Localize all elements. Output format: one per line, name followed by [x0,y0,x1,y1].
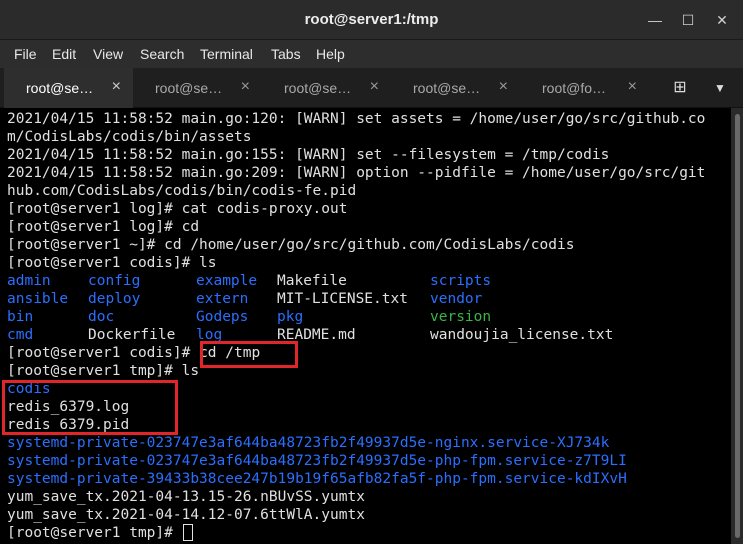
tab-label: root@se… [155,80,223,96]
terminal-line: [root@server1 ~]# cd /home/user/go/src/g… [7,237,575,253]
text-cursor [182,524,193,541]
minimize-icon[interactable]: — [646,11,664,29]
tab-5[interactable]: root@fo… × [520,68,649,108]
terminal-line: 2021/04/15 11:58:52 main.go:155: [WARN] … [7,147,610,163]
tab-2[interactable]: root@se… × [133,68,262,108]
ls-dir: doc [88,309,115,325]
ls-row: bin doc Godeps pkg version [7,308,731,326]
scrollbar-thumb[interactable] [735,114,740,538]
ls-dir: systemd-private-023747e3af644ba48723fb2f… [7,453,627,469]
menubar: File Edit View Search Terminal Tabs Help [0,40,743,68]
ls-dir: systemd-private-39433b38cee247b19b19f65a… [7,471,627,487]
ls-dir: admin [7,273,51,289]
menu-search[interactable]: Search [140,46,184,62]
terminal-line: [root@server1 log]# cd [7,219,200,235]
terminal-line: [root@server1 log]# cat codis-proxy.out [7,201,348,217]
menu-edit[interactable]: Edit [52,46,76,62]
new-tab-icon[interactable]: ⊞ [668,77,692,99]
prompt: [root@server1 codis]# [7,345,200,361]
ls-dir: systemd-private-023747e3af644ba48723fb2f… [7,435,610,451]
close-tab-icon[interactable]: × [112,78,121,96]
ls-dir: example [196,273,258,289]
ls-dir: config [88,273,141,289]
prompt: [root@server1 tmp]# [7,525,182,541]
ls-file: yum_save_tx.2021-04-13.15-26.nBUvSS.yumt… [7,489,365,505]
tab-1[interactable]: root@se… × [4,68,133,108]
ls-dir: deploy [88,291,141,307]
terminal-line: 2021/04/15 11:58:52 main.go:120: [WARN] … [7,111,706,127]
window-titlebar[interactable]: root@server1:/tmp — ☐ ✕ [0,0,743,40]
ls-file: Makefile [277,273,347,289]
ls-row: admin config example Makefile scripts [7,272,731,290]
terminal-output[interactable]: 2021/04/15 11:58:52 main.go:120: [WARN] … [0,108,731,544]
tab-menu-icon[interactable]: ▼ [708,77,732,99]
maximize-icon[interactable]: ☐ [679,11,697,29]
close-tab-icon[interactable]: × [370,78,379,96]
ls-dir: Godeps [196,309,249,325]
ls-row: cmd Dockerfile log README.md wandoujia_l… [7,326,731,344]
tab-label: root@fo… [542,80,607,96]
ls-dir: bin [7,309,34,325]
ls-file: wandoujia_license.txt [430,327,614,343]
menu-file[interactable]: File [14,46,37,62]
terminal-line: [root@server1 codis]# cd /tmp [7,344,731,362]
terminal-line: 2021/04/15 11:58:52 main.go:209: [WARN] … [7,165,706,181]
ls-row: ansible deploy extern MIT-LICENSE.txt ve… [7,290,731,308]
tab-label: root@se… [413,80,481,96]
ls-dir: pkg [277,309,304,325]
terminal-line: hub.com/CodisLabs/codis/bin/codis-fe.pid [7,183,357,199]
close-icon[interactable]: ✕ [713,11,731,29]
close-tab-icon[interactable]: × [628,78,637,96]
close-tab-icon[interactable]: × [499,78,508,96]
ls-file: yum_save_tx.2021-04-14.12-07.6ttWlA.yumt… [7,507,365,523]
ls-exec: version [430,309,492,325]
tab-3[interactable]: root@se… × [262,68,391,108]
tab-4[interactable]: root@se… × [391,68,520,108]
ls-dir: extern [196,291,249,307]
terminal-line: [root@server1 codis]# ls [7,255,217,271]
menu-help[interactable]: Help [316,46,345,62]
tab-label: root@se… [26,80,94,96]
ls-dir: cmd [7,327,34,343]
highlight-box-cd-command [200,341,298,368]
menu-view[interactable]: View [93,46,123,62]
menu-terminal[interactable]: Terminal [200,46,253,62]
ls-file: MIT-LICENSE.txt [277,291,408,307]
menu-tabs[interactable]: Tabs [271,46,301,62]
terminal-line[interactable]: [root@server1 tmp]# [7,524,731,542]
ls-dir: ansible [7,291,69,307]
terminal-line: [root@server1 tmp]# ls [7,363,200,379]
window-title: root@server1:/tmp [304,11,439,28]
tab-label: root@se… [284,80,352,96]
terminal-line: m/CodisLabs/codis/bin/assets [7,129,252,145]
ls-file: Dockerfile [88,327,176,343]
highlight-box-redis-files [2,380,178,435]
ls-dir: scripts [430,273,492,289]
close-tab-icon[interactable]: × [241,78,250,96]
scrollbar[interactable] [731,108,743,544]
tab-bar: root@se… × root@se… × root@se… × root@se… [0,68,743,108]
ls-dir: vendor [430,291,483,307]
